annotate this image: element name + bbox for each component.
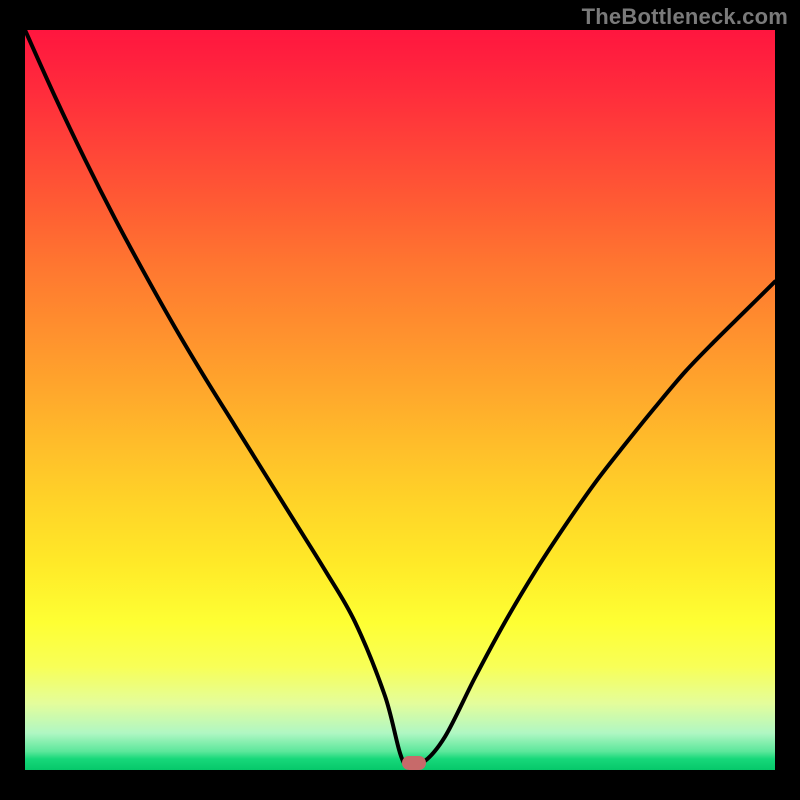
watermark-text: TheBottleneck.com [582, 4, 788, 30]
optimal-marker [402, 756, 426, 770]
bottleneck-curve [25, 30, 775, 769]
plot-area [25, 30, 775, 770]
chart-frame: TheBottleneck.com [0, 0, 800, 800]
curve-svg [25, 30, 775, 770]
